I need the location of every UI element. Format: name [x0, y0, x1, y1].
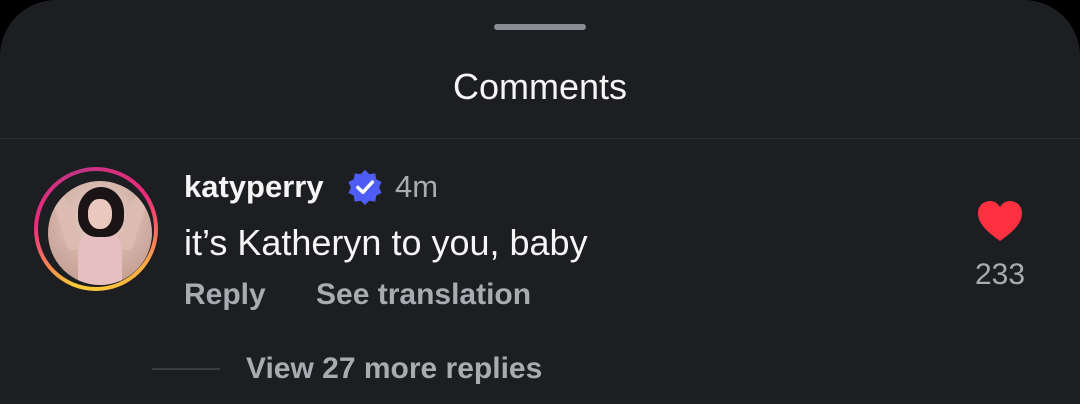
header-divider [0, 138, 1080, 139]
verified-badge-icon [348, 169, 382, 206]
avatar[interactable] [34, 167, 158, 291]
comment-timestamp: 4m [395, 169, 439, 204]
comments-sheet: Comments katyperry 4m it’s Katheryn to y… [0, 0, 1080, 404]
reply-button[interactable]: Reply [184, 276, 266, 314]
comment-text: it’s Katheryn to you, baby [184, 222, 588, 263]
avatar-image [48, 181, 152, 285]
drag-handle[interactable] [494, 24, 586, 30]
sheet-title: Comments [452, 66, 628, 107]
view-more-replies-button[interactable]: View 27 more replies [246, 350, 542, 388]
heart-filled-icon[interactable] [976, 198, 1024, 244]
like-count: 233 [974, 258, 1026, 291]
comment-username[interactable]: katyperry [184, 168, 324, 206]
see-translation-button[interactable]: See translation [316, 276, 531, 314]
replies-divider-line [152, 368, 220, 370]
